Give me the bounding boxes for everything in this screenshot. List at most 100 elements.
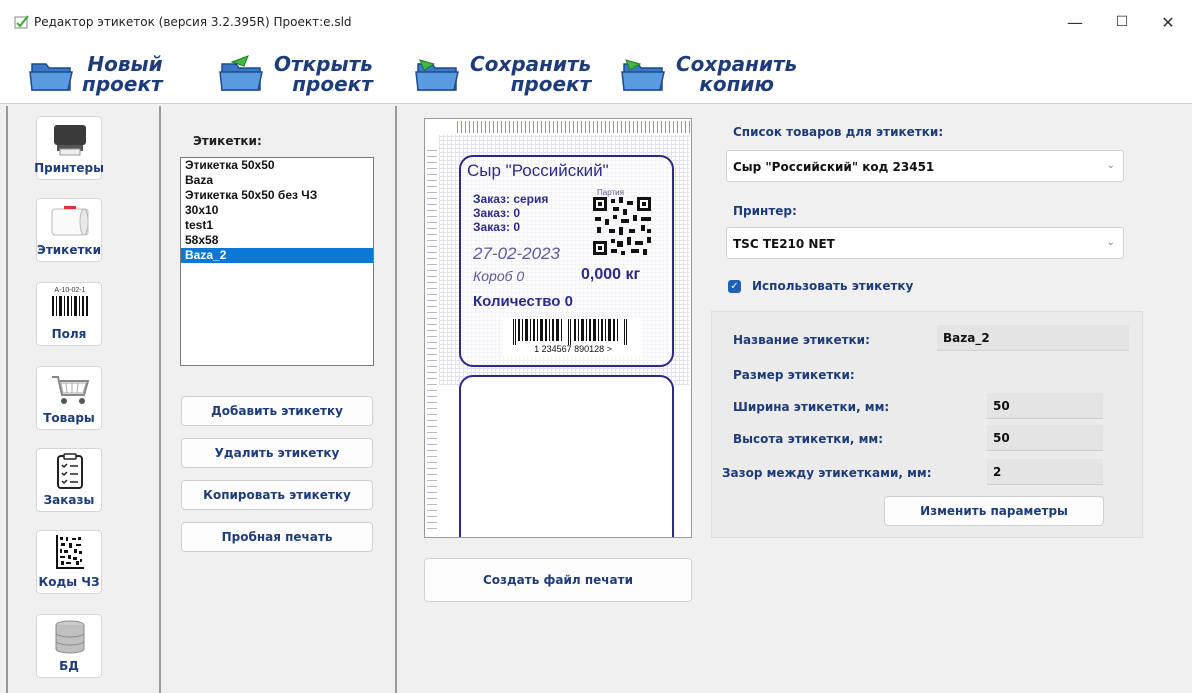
printer-label: Принтер: — [733, 204, 797, 218]
open-project-label-1: Открыть — [274, 52, 373, 76]
label-size-caption: Размер этикетки: — [733, 368, 855, 382]
barcode-bars — [513, 319, 627, 345]
checkmark-icon: ✓ — [730, 281, 739, 292]
sidebar-item-cz-codes[interactable]: Коды ЧЗ — [36, 530, 102, 594]
products-list-label: Список товаров для этикетки: — [733, 125, 944, 139]
label-width-field[interactable]: 50 — [987, 393, 1103, 419]
save-copy-folder-icon — [621, 59, 665, 91]
add-label-button[interactable]: Добавить этикетку — [181, 396, 373, 426]
clipboard-icon — [57, 453, 83, 489]
use-label-text: Использовать этикетку — [752, 279, 914, 293]
product-name-field[interactable]: Сыр "Российский" — [467, 161, 609, 181]
close-icon: ✕ — [1161, 12, 1175, 32]
printer-icon — [54, 125, 86, 156]
fields-icon-text: A-10-02-1 — [54, 287, 86, 294]
panel-divider — [395, 106, 397, 693]
label-width-caption: Ширина этикетки, мм: — [733, 400, 890, 414]
minimize-icon: — — [1067, 12, 1083, 32]
label-gap-caption: Зазор между этикетками, мм: — [722, 466, 932, 480]
sidebar-item-fields[interactable]: A-10-02-1 Поля — [36, 282, 102, 346]
order-field-2[interactable]: Заказ: 0 — [473, 220, 520, 234]
new-folder-icon — [29, 63, 73, 91]
sidebar-label-db: БД — [59, 659, 79, 673]
shopping-cart-icon — [52, 376, 90, 404]
ean-barcode[interactable]: 1 234567 890128 > — [503, 317, 641, 357]
quantity-field[interactable]: Количество 0 — [473, 293, 573, 310]
app-icon — [14, 15, 29, 29]
open-project-button[interactable]: Открыть проект — [218, 48, 373, 100]
list-item[interactable]: 58x58 — [181, 233, 373, 248]
datamatrix-icon — [56, 535, 84, 569]
minimize-button[interactable]: — — [1057, 8, 1093, 36]
save-copy-button[interactable]: Сохранить копию — [620, 48, 797, 100]
new-project-label-2: проект — [82, 72, 163, 96]
label-name-caption: Название этикетки: — [733, 333, 870, 347]
weight-field[interactable]: 0,000 кг — [581, 266, 640, 284]
maximize-button[interactable]: ☐ — [1104, 8, 1140, 36]
left-ruler — [427, 149, 437, 529]
printer-select-value: TSC TE210 NET — [733, 237, 835, 251]
list-item-selected[interactable]: Baza_2 — [181, 248, 373, 263]
chevron-down-icon: ⌄ — [1106, 160, 1115, 171]
product-select-value: Сыр "Российский" код 23451 — [733, 160, 935, 174]
labels-list-title: Этикетки: — [193, 134, 262, 148]
window-title: Редактор этикеток (версия 3.2.395R) Прое… — [34, 15, 352, 29]
close-button[interactable]: ✕ — [1150, 8, 1186, 36]
new-project-label-1: Новый — [87, 52, 163, 76]
sidebar-label-fields: Поля — [51, 327, 87, 341]
label-roll-icon — [51, 206, 89, 236]
open-folder-icon — [219, 55, 263, 91]
use-label-checkbox[interactable]: ✓ — [728, 280, 741, 293]
save-copy-label-2: копию — [699, 72, 774, 96]
sidebar-item-orders[interactable]: Заказы — [36, 448, 102, 512]
sidebar-item-db[interactable]: БД — [36, 614, 102, 678]
list-item[interactable]: Этикетка 50x50 без ЧЗ — [181, 188, 373, 203]
label-name-field[interactable]: Baza_2 — [937, 325, 1129, 351]
list-item[interactable]: 30x10 — [181, 203, 373, 218]
barcode-number: 1 234567 890128 > — [534, 344, 612, 354]
qr-code[interactable] — [591, 195, 657, 261]
database-icon — [55, 620, 85, 654]
open-project-label-2: проект — [292, 72, 373, 96]
sidebar-label-orders: Заказы — [43, 493, 95, 507]
printer-select[interactable]: TSC TE210 NET ⌄ — [726, 227, 1124, 259]
label-height-caption: Высота этикетки, мм: — [733, 432, 884, 446]
order-field-1[interactable]: Заказ: 0 — [473, 206, 520, 220]
label-card[interactable]: Сыр "Российский" Заказ: серия Заказ: 0 З… — [459, 155, 674, 367]
save-project-label-2: проект — [510, 72, 592, 96]
save-project-label-1: Сохранить — [470, 52, 592, 76]
save-folder-icon — [415, 59, 459, 91]
label-height-field[interactable]: 50 — [987, 425, 1103, 451]
test-print-button[interactable]: Пробная печать — [181, 522, 373, 552]
list-item[interactable]: Baza — [181, 173, 373, 188]
sidebar-label-labels: Этикетки — [37, 243, 101, 257]
toolbar: Новый проект Открыть проект Сохранить пр… — [0, 44, 1192, 104]
barcode-fields-icon: A-10-02-1 — [48, 287, 92, 323]
sidebar-label-cz-codes: Коды ЧЗ — [38, 575, 100, 589]
save-copy-label-1: Сохранить — [676, 52, 798, 76]
maximize-icon: ☐ — [1115, 14, 1129, 30]
chevron-down-icon: ⌄ — [1106, 237, 1115, 248]
sidebar-label-products: Товары — [43, 411, 95, 425]
label-gap-field[interactable]: 2 — [987, 459, 1103, 485]
sidebar-item-products[interactable]: Товары — [36, 366, 102, 430]
change-params-button[interactable]: Изменить параметры — [884, 496, 1104, 526]
copy-label-button[interactable]: Копировать этикетку — [181, 480, 373, 510]
product-select[interactable]: Сыр "Российский" код 23451 ⌄ — [726, 150, 1124, 182]
list-item[interactable]: test1 — [181, 218, 373, 233]
labels-list[interactable]: Этикетка 50x50 Baza Этикетка 50x50 без Ч… — [180, 157, 374, 366]
sidebar-label-printers: Принтеры — [34, 161, 104, 175]
save-project-button[interactable]: Сохранить проект — [414, 48, 591, 100]
delete-label-button[interactable]: Удалить этикетку — [181, 438, 373, 468]
label-preview[interactable]: Сыр "Российский" Заказ: серия Заказ: 0 З… — [424, 118, 692, 538]
order-series-field[interactable]: Заказ: серия — [473, 192, 548, 206]
sidebar-item-labels[interactable]: Этикетки — [36, 198, 102, 262]
new-project-button[interactable]: Новый проект — [28, 48, 163, 100]
box-field[interactable]: Короб 0 — [473, 268, 524, 284]
date-field[interactable]: 27-02-2023 — [473, 244, 560, 264]
sidebar-item-printers[interactable]: Принтеры — [34, 116, 104, 180]
top-ruler — [457, 121, 691, 133]
list-item[interactable]: Этикетка 50x50 — [181, 158, 373, 173]
next-label-card — [459, 375, 674, 537]
create-print-file-button[interactable]: Создать файл печати — [424, 558, 692, 602]
